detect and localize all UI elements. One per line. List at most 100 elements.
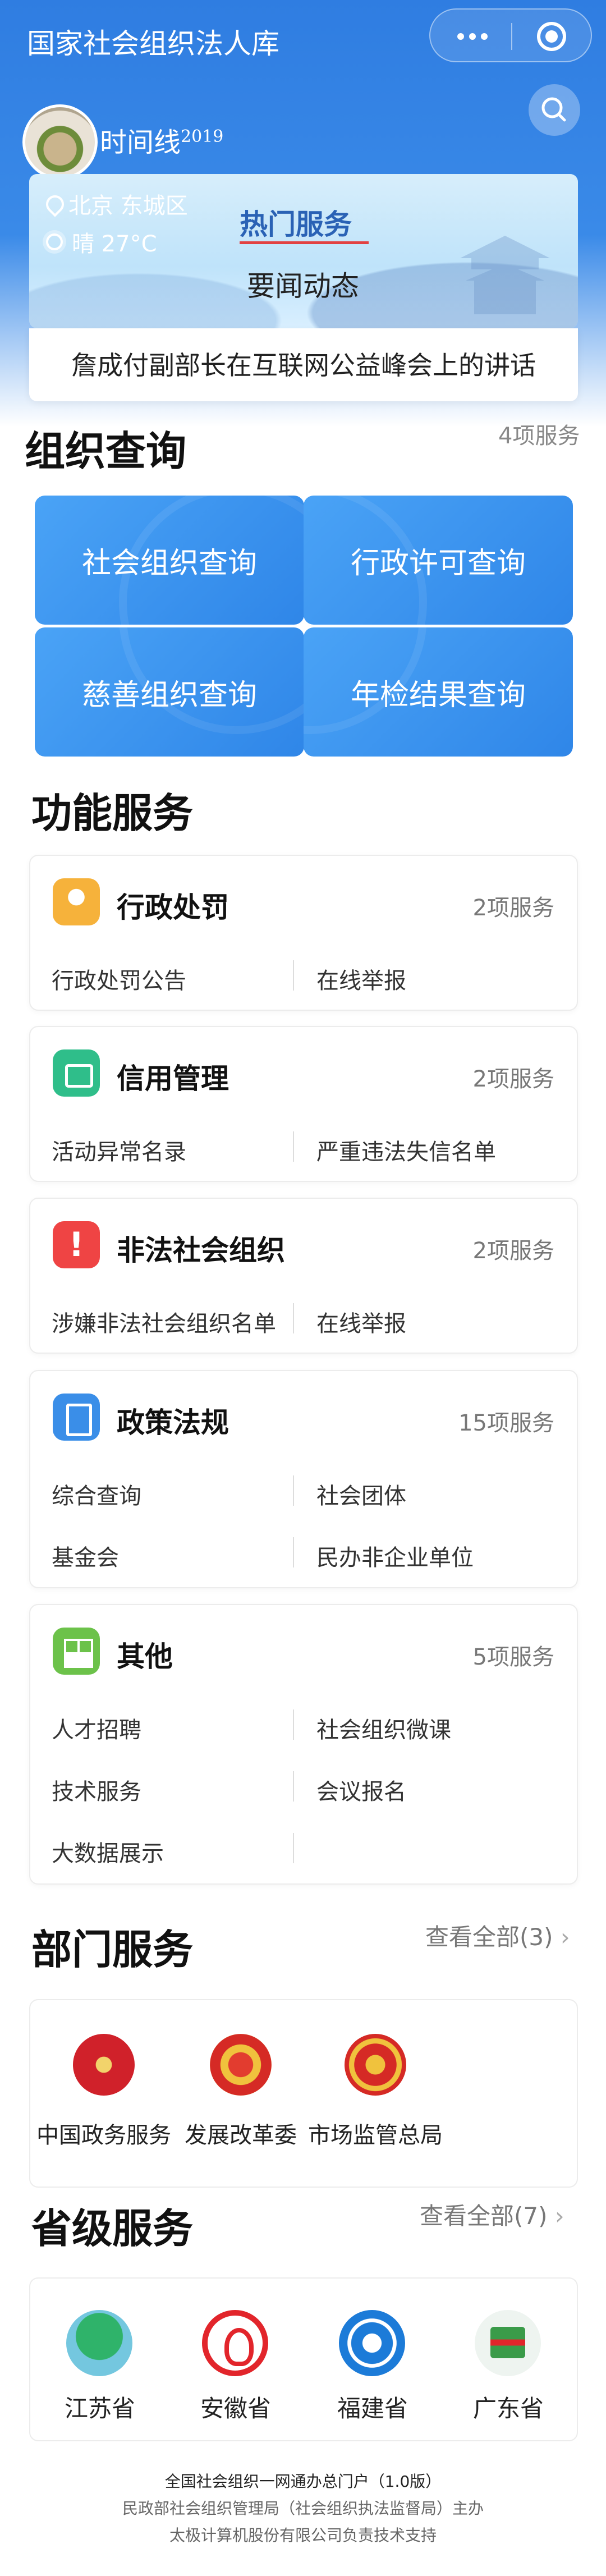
card-title: 信用管理 <box>117 1062 229 1095</box>
moment-title: 时间线 <box>100 127 181 158</box>
card-item[interactable]: 社会组织微课 <box>316 1712 451 1744</box>
prov-label[interactable]: 广东省 <box>452 2390 564 2424</box>
guangdong-logo[interactable] <box>475 2310 541 2376</box>
dept-services-card: 中国政务服务 发展改革委 市场监管总局 <box>29 1999 578 2188</box>
card-item[interactable]: 活动异常名录 <box>52 1134 186 1166</box>
stamp-icon <box>53 878 100 925</box>
fujian-logo[interactable] <box>339 2310 405 2376</box>
dept-services-title: 部门服务 <box>31 1926 194 1973</box>
item-divider <box>293 1709 294 1740</box>
jiangsu-logo[interactable] <box>66 2310 132 2376</box>
service-card-illegal-org[interactable]: ! 非法社会组织 2项服务 涉嫌非法社会组织名单 在线举报 <box>29 1198 578 1354</box>
document-icon <box>53 1394 100 1441</box>
service-card-policy-regulations[interactable]: 政策法规 15项服务 综合查询 社会团体 基金会 民办非企业单位 <box>29 1370 578 1588</box>
item-divider <box>293 1303 294 1333</box>
card-title: 其他 <box>117 1640 173 1673</box>
search-icon <box>541 97 566 122</box>
moment-year: 2019 <box>181 127 224 146</box>
news-subtitle: 要闻动态 <box>247 270 359 302</box>
tile-annual-inspection-query[interactable]: 年检结果查询 <box>304 627 573 757</box>
search-button[interactable] <box>529 84 580 136</box>
card-item[interactable]: 在线举报 <box>316 962 406 995</box>
prov-services-card: 江苏省 安徽省 福建省 广东省 <box>29 2277 578 2441</box>
prov-label[interactable]: 福建省 <box>316 2390 429 2424</box>
view-all-text: 查看全部(7) <box>420 2202 548 2230</box>
card-item[interactable]: 涉嫌非法社会组织名单 <box>52 1305 276 1338</box>
service-card-admin-penalty[interactable]: 行政处罚 2项服务 行政处罚公告 在线举报 <box>29 855 578 1011</box>
service-card-credit-management[interactable]: 信用管理 2项服务 活动异常名录 严重违法失信名单 <box>29 1026 578 1182</box>
dept-label[interactable]: 发展改革委 <box>165 2117 316 2149</box>
hot-service-underline <box>240 241 369 244</box>
card-item[interactable]: 会议报名 <box>316 1773 406 1806</box>
tile-label: 慈善组织查询 <box>81 678 257 712</box>
alert-icon: ! <box>53 1221 100 1268</box>
sun-icon <box>46 233 63 250</box>
market-regulation-emblem-icon[interactable] <box>345 2034 406 2096</box>
close-target-icon[interactable] <box>537 22 566 51</box>
tile-label: 行政许可查询 <box>350 546 526 580</box>
org-query-count: 4项服务 <box>498 423 580 449</box>
dept-label[interactable]: 市场监管总局 <box>300 2117 451 2149</box>
weather: 晴 27°C <box>46 226 157 258</box>
card-item[interactable]: 技术服务 <box>52 1773 141 1806</box>
function-services-title: 功能服务 <box>31 790 194 837</box>
card-item[interactable]: 严重违法失信名单 <box>316 1134 496 1166</box>
temple-illustration <box>460 236 550 314</box>
headline-card[interactable]: 詹成付副部长在互联网公益峰会上的讲话 <box>29 328 578 401</box>
moment-avatar[interactable] <box>22 104 98 180</box>
card-item[interactable]: 大数据展示 <box>52 1835 164 1868</box>
footer-host: 民政部社会组织管理局（社会组织执法监督局）主办 <box>122 2499 484 2518</box>
china-gov-service-logo[interactable] <box>73 2034 135 2096</box>
prov-label[interactable]: 安徽省 <box>180 2390 292 2424</box>
wallet-icon <box>53 1049 100 1097</box>
dept-label[interactable]: 中国政务服务 <box>28 2117 180 2149</box>
national-emblem-icon[interactable] <box>210 2034 272 2096</box>
item-divider <box>293 1131 294 1162</box>
chevron-right-icon: › <box>553 1923 570 1951</box>
location-pin-icon <box>46 195 59 212</box>
tile-label: 社会组织查询 <box>81 546 257 580</box>
org-query-title: 组织查询 <box>25 428 187 475</box>
card-item[interactable]: 社会团体 <box>316 1478 406 1510</box>
grid-apps-icon <box>53 1628 100 1675</box>
item-divider <box>293 1537 294 1567</box>
card-title: 非法社会组织 <box>117 1234 285 1267</box>
card-title: 政策法规 <box>117 1406 229 1439</box>
card-item[interactable]: 民办非企业单位 <box>316 1539 474 1572</box>
item-divider <box>293 1771 294 1802</box>
card-item[interactable]: 综合查询 <box>52 1478 141 1510</box>
card-item[interactable]: 基金会 <box>52 1539 119 1572</box>
tile-social-org-query[interactable]: 社会组织查询 <box>35 496 304 625</box>
prov-label[interactable]: 江苏省 <box>44 2390 156 2424</box>
tile-label: 年检结果查询 <box>350 678 526 712</box>
card-count: 15项服务 <box>458 1410 554 1436</box>
chevron-right-icon: › <box>547 2202 564 2230</box>
card-title: 行政处罚 <box>117 891 229 924</box>
weather-text: 晴 27°C <box>72 231 157 257</box>
card-count: 5项服务 <box>472 1644 554 1670</box>
mini-program-capsule <box>429 8 592 62</box>
item-divider <box>293 960 294 991</box>
tile-charity-org-query[interactable]: 慈善组织查询 <box>35 627 304 757</box>
location: 北京 东城区 <box>46 187 188 220</box>
item-divider <box>293 1833 294 1863</box>
card-item[interactable]: 人才招聘 <box>52 1712 141 1744</box>
anhui-logo[interactable] <box>202 2310 268 2376</box>
service-card-other[interactable]: 其他 5项服务 人才招聘 社会组织微课 技术服务 会议报名 大数据展示 <box>29 1604 578 1885</box>
view-all-text: 查看全部(3) <box>425 1923 553 1951</box>
footer-portal: 全国社会组织一网通办总门户（1.0版） <box>164 2472 442 2491</box>
news-banner[interactable]: 北京 东城区 晴 27°C 热门服务 要闻动态 <box>29 174 578 328</box>
location-text: 北京 东城区 <box>68 193 188 219</box>
card-item[interactable]: 行政处罚公告 <box>52 962 186 995</box>
dept-view-all-link[interactable]: 查看全部(3) › <box>425 1918 570 1952</box>
card-count: 2项服务 <box>472 1066 554 1092</box>
prov-view-all-link[interactable]: 查看全部(7) › <box>420 2197 564 2231</box>
card-count: 2项服务 <box>472 895 554 921</box>
prov-services-title: 省级服务 <box>31 2205 194 2252</box>
headline-text: 詹成付副部长在互联网公益峰会上的讲话 <box>71 350 536 381</box>
hot-service-title: 热门服务 <box>240 208 352 241</box>
moment-label[interactable]: 时间线2019 <box>100 120 223 159</box>
tile-admin-permit-query[interactable]: 行政许可查询 <box>304 496 573 625</box>
card-item[interactable]: 在线举报 <box>316 1305 406 1338</box>
more-icon[interactable] <box>453 26 492 47</box>
